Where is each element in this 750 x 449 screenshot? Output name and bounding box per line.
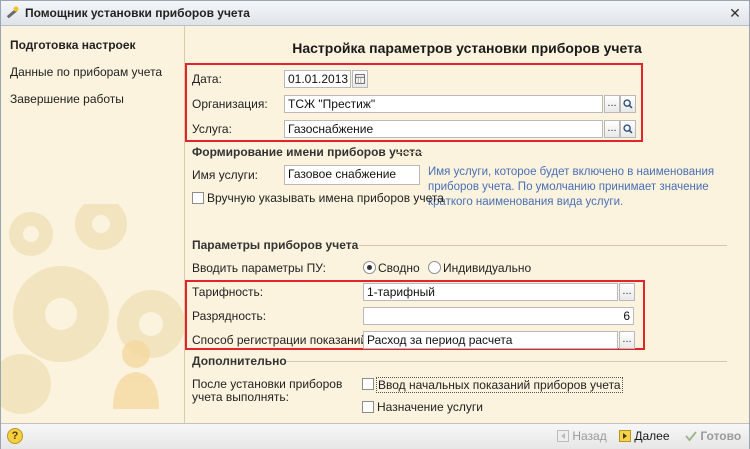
main-panel: Настройка параметров установки приборов … — [185, 26, 749, 423]
help-icon[interactable]: ? — [7, 428, 23, 444]
service-name-label: Имя услуги: — [192, 168, 258, 182]
window-title: Помощник установки приборов учета — [25, 6, 250, 20]
manual-names-checkbox[interactable] — [192, 192, 204, 204]
date-field[interactable]: 01.01.2013 — [284, 70, 351, 88]
digits-label: Разрядность: — [192, 309, 267, 323]
finish-button-label: Готово — [700, 429, 742, 443]
back-button-label: Назад — [572, 429, 607, 443]
section-divider — [397, 152, 423, 153]
step-meter-data[interactable]: Данные по приборам учета — [10, 65, 162, 79]
search-icon[interactable] — [620, 95, 636, 113]
service-select-button[interactable]: ... — [604, 120, 620, 138]
close-icon[interactable]: ✕ — [727, 5, 743, 21]
search-icon[interactable] — [620, 120, 636, 138]
tariff-field[interactable]: 1-тарифный — [363, 283, 618, 301]
service-label: Услуга: — [192, 122, 232, 136]
finish-button[interactable]: Готово — [685, 427, 741, 445]
next-arrow-icon — [619, 430, 631, 442]
params-section-title: Параметры приборов учета — [192, 238, 359, 252]
section-divider — [359, 245, 727, 246]
mode-summary-label: Сводно — [378, 261, 420, 275]
back-arrow-icon — [557, 430, 569, 442]
steps-sidebar: Подготовка настроек Данные по приборам у… — [1, 26, 185, 423]
assign-service-label: Назначение услуги — [377, 400, 483, 414]
manual-names-label: Вручную указывать имена приборов учета — [207, 191, 444, 205]
after-install-label-1: После установки приборов — [192, 377, 343, 391]
footer-bar: ? Назад Далее Готово — [1, 423, 749, 449]
input-mode-label: Вводить параметры ПУ: — [192, 261, 326, 275]
title-bar: Помощник установки приборов учета ✕ — [1, 1, 749, 26]
tariff-label: Тарифность: — [192, 285, 264, 299]
mode-individual-radio[interactable] — [428, 261, 441, 274]
app-wand-icon — [6, 6, 19, 19]
page-title: Настройка параметров установки приборов … — [292, 40, 642, 56]
extra-section-title: Дополнительно — [192, 354, 287, 368]
tariff-select-button[interactable]: ... — [619, 283, 635, 301]
initial-readings-checkbox[interactable] — [362, 378, 374, 390]
service-field[interactable]: Газоснабжение — [284, 120, 603, 138]
date-label: Дата: — [192, 72, 222, 86]
initial-readings-label: Ввод начальных показаний приборов учета — [376, 377, 623, 393]
next-button[interactable]: Далее — [619, 427, 670, 445]
step-finish[interactable]: Завершение работы — [10, 92, 124, 106]
assign-service-checkbox[interactable] — [362, 401, 374, 413]
mode-individual-label: Индивидуально — [443, 261, 532, 275]
organization-field[interactable]: ТСЖ "Престиж" — [284, 95, 603, 113]
section-divider — [287, 361, 727, 362]
reg-method-select-button[interactable]: ... — [619, 331, 635, 349]
reg-method-label: Способ регистрации показаний: — [192, 333, 371, 347]
mode-summary-radio[interactable] — [363, 261, 376, 274]
digits-field[interactable]: 6 — [363, 307, 634, 325]
after-install-label-2: учета выполнять: — [192, 390, 290, 404]
gears-decoration-icon — [1, 204, 184, 414]
service-name-hint: Имя услуги, которое будет включено в наи… — [428, 166, 715, 208]
next-button-label: Далее — [634, 429, 670, 443]
back-button[interactable]: Назад — [557, 427, 607, 445]
service-name-field[interactable]: Газовое снабжение — [284, 165, 420, 185]
checkmark-icon — [685, 431, 697, 442]
calendar-icon[interactable] — [352, 70, 368, 88]
reg-method-field[interactable]: Расход за период расчета — [363, 331, 618, 349]
organization-select-button[interactable]: ... — [604, 95, 620, 113]
naming-section-title: Формирование имени приборов учета — [192, 145, 422, 159]
organization-label: Организация: — [192, 97, 268, 111]
step-preparation[interactable]: Подготовка настроек — [10, 38, 136, 52]
wizard-window: Помощник установки приборов учета ✕ Подг… — [0, 0, 750, 449]
